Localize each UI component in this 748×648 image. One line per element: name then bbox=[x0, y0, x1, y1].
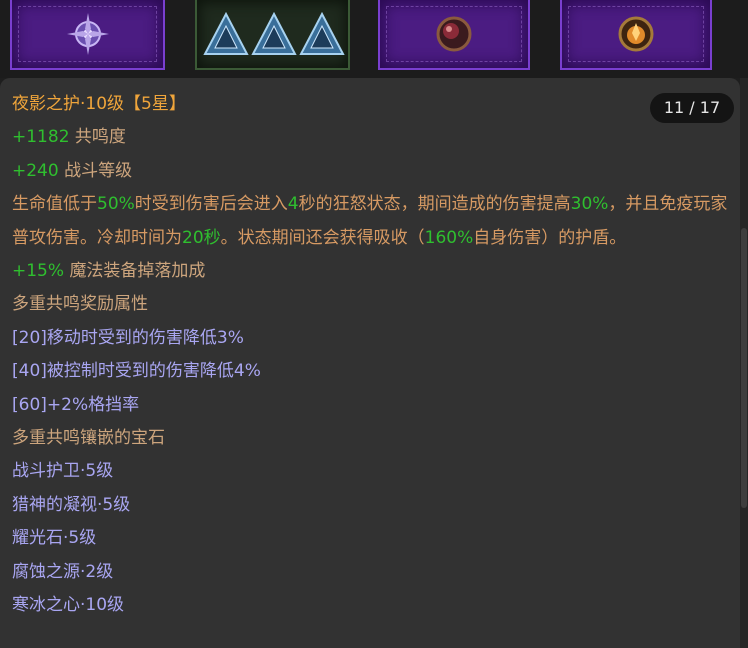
effect-text: 自身伤害）的护盾。 bbox=[473, 227, 627, 248]
gem-line: 耀光石·5级 bbox=[12, 528, 97, 549]
stat-value: +15% bbox=[12, 261, 65, 282]
magic-find-line: +15% 魔法装备掉落加成 bbox=[12, 255, 728, 288]
effect-value: 30% bbox=[570, 194, 609, 215]
gem-slot-2[interactable] bbox=[195, 0, 350, 70]
gem-slot-strip bbox=[0, 0, 748, 78]
effect-text: 秒的狂怒状态，期间造成的伤害提高 bbox=[298, 194, 571, 215]
tooltip-content: 夜影之护·10级【5星】 +1182 共鸣度 +240 战斗等级 生命值低于50… bbox=[12, 88, 728, 623]
effect-text: 。状态期间还会获得吸收（ bbox=[220, 227, 425, 248]
effect-text: 时受到伤害后会进入 bbox=[134, 194, 288, 215]
gem-slot-3[interactable] bbox=[378, 0, 530, 70]
triangle-gem-icon bbox=[203, 12, 249, 55]
bonus-line: [60]+2%格挡率 bbox=[12, 394, 140, 415]
effect-description: 生命值低于50%时受到伤害后会进入4秒的狂怒状态，期间造成的伤害提高30%，并且… bbox=[12, 188, 728, 255]
gem-slot-4[interactable] bbox=[560, 0, 712, 70]
scrollbar-thumb[interactable] bbox=[741, 228, 747, 508]
bonus-section-header: 多重共鸣奖励属性 bbox=[12, 294, 148, 315]
effect-value: 4 bbox=[287, 194, 299, 215]
stat-line: +240 战斗等级 bbox=[12, 155, 728, 188]
dark-orb-gem-icon bbox=[436, 16, 472, 52]
stat-line: +1182 共鸣度 bbox=[12, 121, 728, 154]
gem-slot-1[interactable] bbox=[10, 0, 165, 70]
gem-line: 猎神的凝视·5级 bbox=[12, 494, 131, 515]
item-title: 夜影之护·10级【5星】 bbox=[12, 94, 186, 114]
bonus-line: [40]被控制时受到的伤害降低4% bbox=[12, 361, 261, 382]
effect-text: 生命值低于 bbox=[12, 194, 97, 215]
starburst-gem-icon bbox=[66, 13, 109, 55]
stat-label: 魔法装备掉落加成 bbox=[69, 261, 206, 282]
stat-label: 战斗等级 bbox=[64, 160, 133, 181]
gems-section-header: 多重共鸣镶嵌的宝石 bbox=[12, 428, 165, 449]
stat-value: +240 bbox=[12, 160, 59, 181]
effect-value: 50% bbox=[97, 194, 135, 215]
stat-value: +1182 bbox=[12, 127, 70, 148]
triangle-gem-icon bbox=[251, 12, 297, 55]
stat-label: 共鸣度 bbox=[74, 127, 126, 148]
gem-line: 腐蚀之源·2级 bbox=[12, 561, 114, 582]
triangle-gem-icon bbox=[299, 12, 345, 55]
gem-line: 战斗护卫·5级 bbox=[12, 461, 114, 482]
gem-line: 寒冰之心·10级 bbox=[12, 595, 125, 616]
effect-value: 20秒 bbox=[182, 227, 221, 248]
effect-value: 160% bbox=[424, 227, 474, 248]
fire-orb-gem-icon bbox=[618, 16, 654, 52]
scrollbar[interactable] bbox=[740, 78, 748, 648]
bonus-line: [20]移动时受到的伤害降低3% bbox=[12, 327, 244, 348]
